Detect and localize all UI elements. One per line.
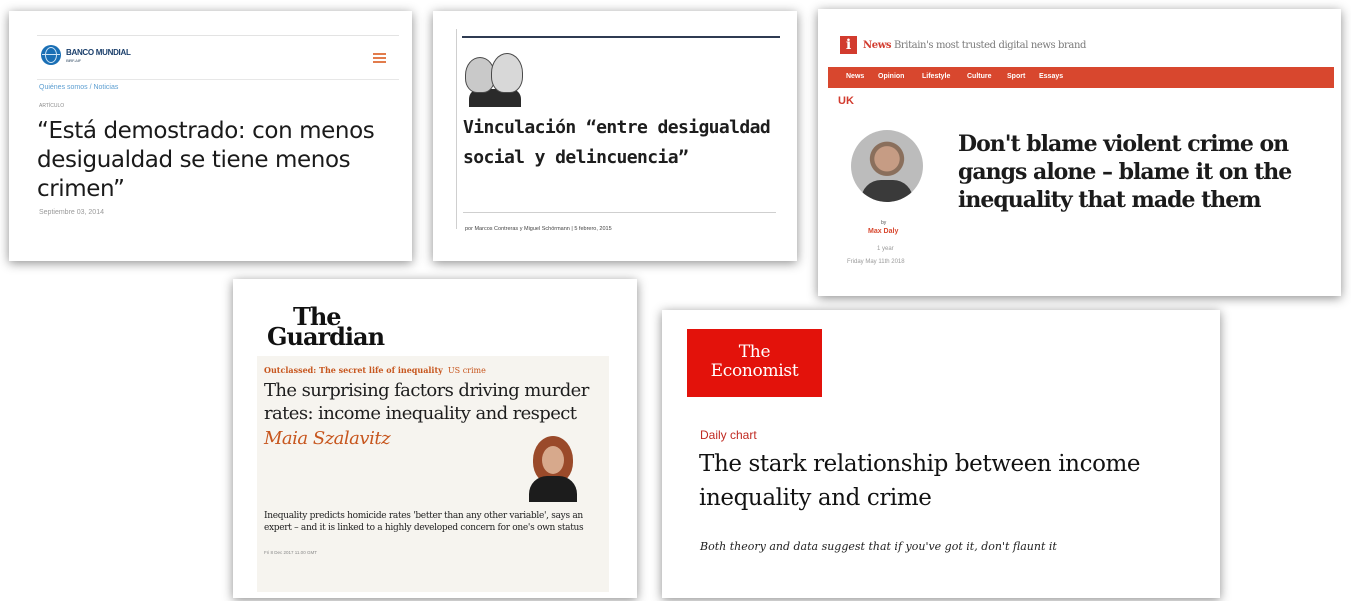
author-portraits [465, 53, 527, 107]
banco-mundial-article-card: BANCO MUNDIAL BIRF-AIF Quiénes somos / N… [9, 11, 412, 261]
article-byline: por Marcos Contreras y Miguel Schörmann … [465, 226, 612, 232]
inews-brand: News [863, 40, 892, 51]
article-standfirst: Inequality predicts homicide rates 'bett… [264, 511, 584, 533]
byline-divider [463, 212, 776, 213]
top-rule [462, 36, 780, 38]
inews-article-card: i News Britain's most trusted digital ne… [818, 9, 1341, 296]
author-name[interactable]: Maia Szalavitz [264, 428, 391, 449]
article-kicker[interactable]: Daily chart [700, 428, 757, 442]
article-subtitle: Both theory and data suggest that if you… [700, 540, 1057, 553]
article-kicker: ARTÍCULO [39, 103, 65, 109]
article-headline[interactable]: The stark relationship between income in… [699, 447, 1204, 515]
by-label: by [881, 220, 887, 226]
nav-item-opinion[interactable]: Opinion [878, 73, 904, 80]
economist-logo[interactable]: The Economist [687, 329, 822, 397]
nav-item-lifestyle[interactable]: Lifestyle [922, 73, 950, 80]
article-headline[interactable]: Don't blame violent crime on gangs alone… [958, 130, 1323, 214]
brand-sub: BIRF-AIF [66, 57, 81, 63]
article-date: Fri 8 Dec 2017 11.00 GMT [264, 550, 317, 555]
breadcrumb[interactable]: Quiénes somos / Noticias [39, 84, 118, 91]
article-headline[interactable]: Vinculación “entre desigualdad social y … [463, 113, 783, 173]
left-divider [456, 29, 457, 229]
tagline-text: Britain's most trusted digital news bran… [893, 40, 1087, 51]
article-date: Friday May 11th 2018 [847, 259, 905, 265]
author-photo [525, 436, 581, 502]
article-headline[interactable]: “Está demostrado: con menos desigualdad … [37, 117, 392, 204]
hamburger-menu-icon[interactable] [373, 53, 386, 65]
section-nav: News Opinion Lifestyle Culture Sport Ess… [828, 67, 1334, 88]
nav-item-sport[interactable]: Sport [1007, 73, 1025, 80]
guardian-article-card: The Guardian Outclassed: The secret life… [233, 279, 637, 598]
section-label: US crime [447, 366, 486, 375]
article-age: 1 year [877, 246, 894, 252]
globe-icon [41, 45, 61, 65]
brand-name: BANCO MUNDIAL [66, 47, 131, 57]
header-divider [37, 79, 399, 80]
nav-item-news[interactable]: News [846, 73, 864, 80]
vinculacion-article-card: Vinculación “entre desigualdad social y … [433, 11, 797, 261]
author-avatar [851, 130, 923, 202]
nav-item-culture[interactable]: Culture [967, 73, 992, 80]
author-portrait-2 [491, 53, 523, 93]
author-link[interactable]: Max Daly [868, 228, 898, 235]
top-divider [37, 35, 399, 36]
economist-article-card: The Economist Daily chart The stark rela… [662, 310, 1220, 598]
nav-item-essays[interactable]: Essays [1039, 73, 1063, 80]
inews-logo[interactable]: i [840, 36, 857, 54]
article-headline[interactable]: The surprising factors driving murder ra… [264, 379, 614, 425]
section-label[interactable]: UK [838, 95, 854, 107]
article-kicker[interactable]: Outclassed: The secret life of inequalit… [264, 365, 486, 375]
series-label: Outclassed: The secret life of inequalit… [264, 365, 443, 375]
inews-tagline: News Britain's most trusted digital news… [863, 40, 1086, 51]
article-date: Septiembre 03, 2014 [39, 209, 104, 216]
guardian-logo[interactable]: The Guardian [267, 305, 385, 349]
banco-mundial-logo[interactable]: BANCO MUNDIAL BIRF-AIF [41, 45, 131, 65]
